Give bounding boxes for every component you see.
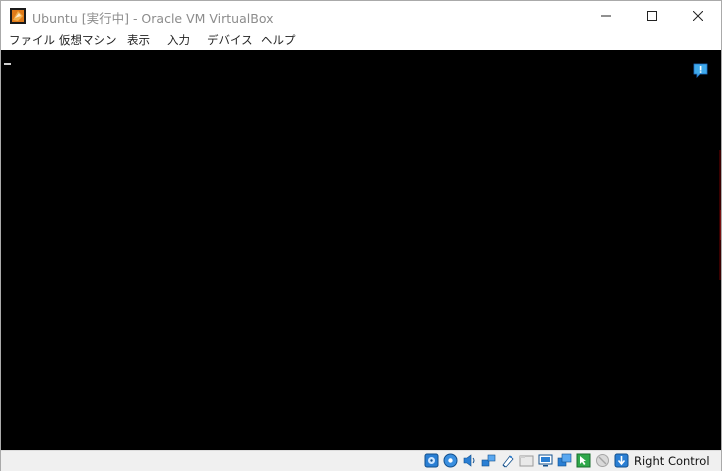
shared-folders-icon[interactable] <box>519 453 534 468</box>
menu-devices[interactable]: デバイス <box>207 33 253 48</box>
menu-help[interactable]: ヘルプ <box>261 33 296 48</box>
console-cursor <box>4 63 11 65</box>
menu-machine[interactable]: 仮想マシン <box>59 33 117 48</box>
vm-display[interactable] <box>1 50 721 450</box>
network-icon[interactable] <box>481 453 496 468</box>
maximize-button[interactable] <box>629 1 675 31</box>
menu-view[interactable]: 表示 <box>127 33 150 48</box>
hard-disk-icon[interactable] <box>424 453 439 468</box>
minimize-icon <box>601 15 611 17</box>
maximize-icon <box>647 11 657 21</box>
cpu-virtualization-icon[interactable] <box>595 453 610 468</box>
notification-icon[interactable] <box>693 63 708 78</box>
window-title: Ubuntu [実行中] - Oracle VM VirtualBox <box>32 11 274 26</box>
virtualbox-app-icon <box>10 8 26 24</box>
minimize-button[interactable] <box>583 1 629 31</box>
mouse-integration-icon[interactable] <box>576 453 591 468</box>
close-icon <box>693 11 703 21</box>
display-icon[interactable] <box>538 453 553 468</box>
menu-input[interactable]: 入力 <box>167 33 190 48</box>
menu-bar: ファイル 仮想マシン 表示 入力 デバイス ヘルプ <box>1 31 721 50</box>
usb-icon[interactable] <box>500 453 515 468</box>
close-button[interactable] <box>675 1 721 31</box>
optical-drive-icon[interactable] <box>443 453 458 468</box>
video-capture-icon[interactable] <box>557 453 572 468</box>
title-bar[interactable]: Ubuntu [実行中] - Oracle VM VirtualBox <box>1 1 721 31</box>
host-key-label: Right Control <box>634 454 710 468</box>
host-key-arrow-icon[interactable] <box>614 453 629 468</box>
menu-file[interactable]: ファイル <box>9 33 55 48</box>
audio-icon[interactable] <box>462 453 477 468</box>
virtualbox-window: Ubuntu [実行中] - Oracle VM VirtualBox ファイル… <box>0 0 722 471</box>
status-bar: Right Control <box>1 450 721 471</box>
screen-edge-artifact <box>720 210 721 240</box>
